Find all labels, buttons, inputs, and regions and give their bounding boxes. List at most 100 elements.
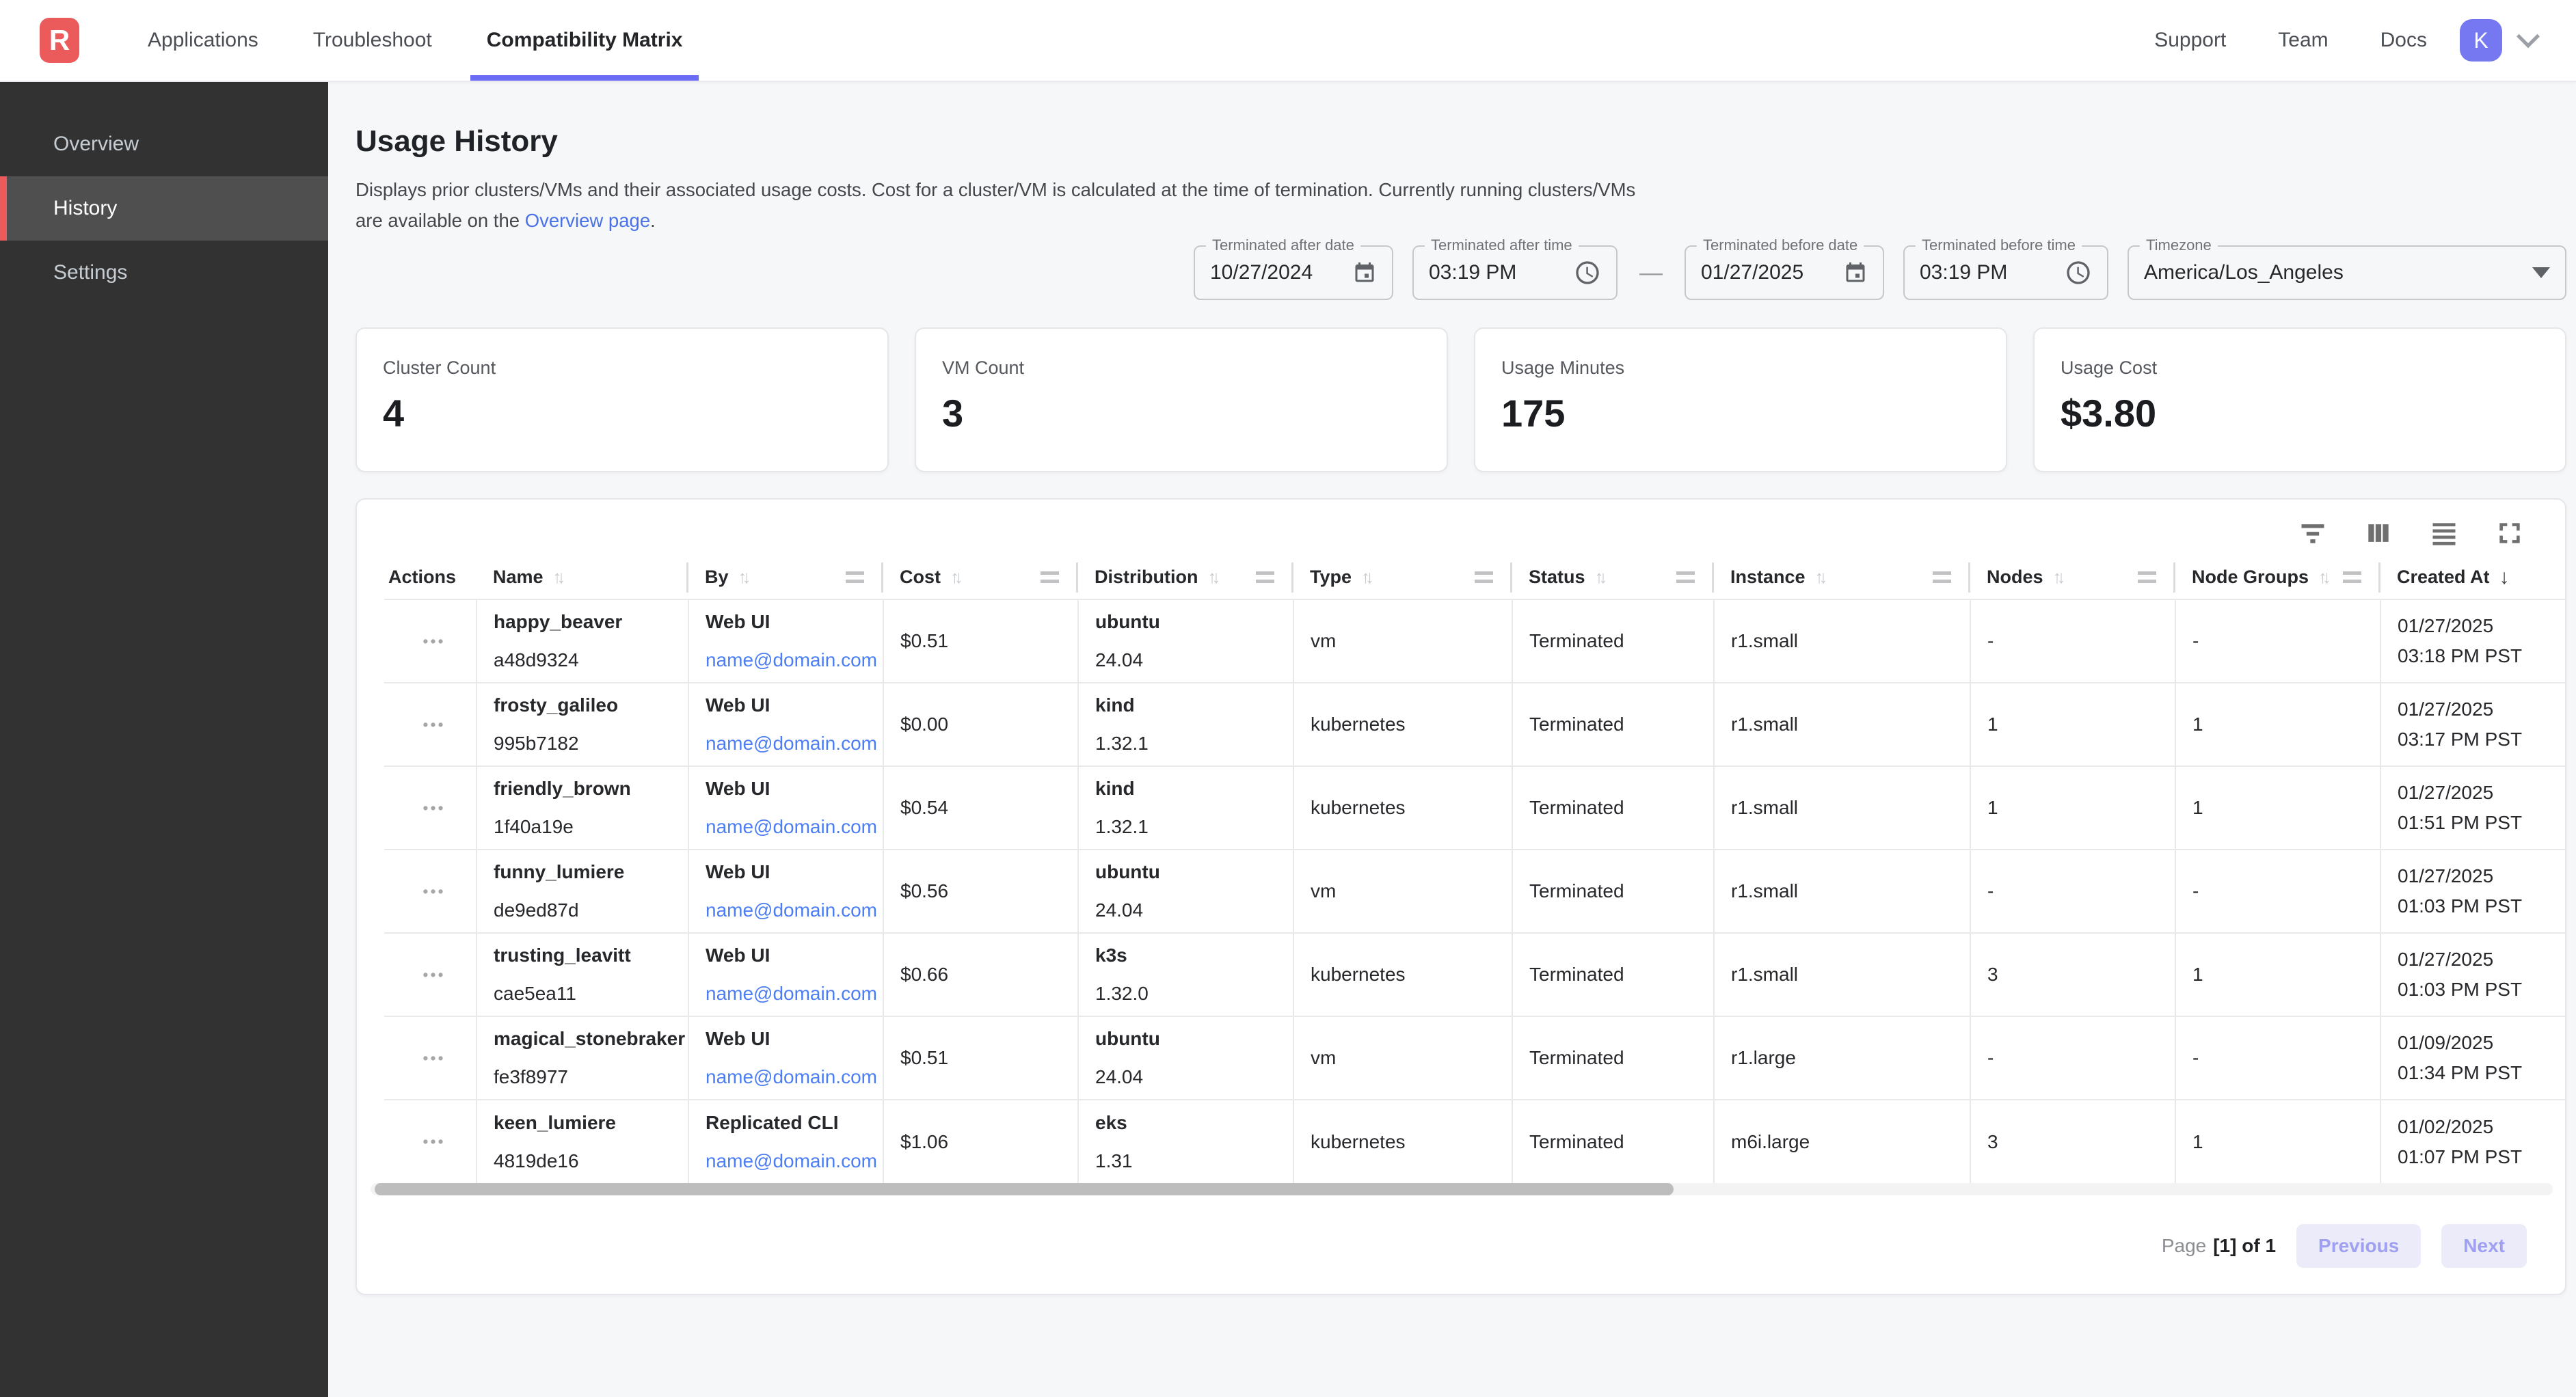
- field-value: 10/27/2024: [1210, 261, 1313, 284]
- cost-cell: $0.66: [883, 933, 1078, 1016]
- created-time: 01:03 PM PST: [2398, 979, 2557, 1001]
- col-nodes[interactable]: Nodes↑↓: [1970, 556, 2175, 599]
- col-created-at[interactable]: Created At↓: [2380, 556, 2565, 599]
- table-row: ••• magical_stonebrakerfe3f8977 Web UIna…: [384, 1016, 2565, 1100]
- row-actions-button[interactable]: •••: [401, 1049, 468, 1068]
- distribution-version: 1.32.0: [1095, 983, 1285, 1005]
- column-menu-icon[interactable]: [2343, 571, 2361, 583]
- distribution-version: 1.32.1: [1095, 733, 1285, 755]
- sidebar-item-history[interactable]: History: [0, 176, 328, 241]
- column-menu-icon[interactable]: [846, 571, 864, 583]
- distribution-name: kind: [1095, 694, 1285, 716]
- column-menu-icon[interactable]: [1676, 571, 1695, 583]
- filter-icon[interactable]: [2297, 517, 2329, 549]
- column-menu-icon[interactable]: [1933, 571, 1951, 583]
- creator-email-link[interactable]: name@domain.com: [706, 983, 874, 1005]
- columns-icon[interactable]: [2363, 517, 2394, 549]
- fullscreen-icon[interactable]: [2494, 517, 2525, 549]
- sidebar-item-settings[interactable]: Settings: [0, 241, 328, 305]
- nodes-cell: -: [1970, 599, 2175, 683]
- horizontal-scrollbar-track[interactable]: [371, 1183, 2553, 1195]
- terminated-after-date-field[interactable]: Terminated after date 10/27/2024: [1194, 245, 1393, 300]
- distribution-name: ubuntu: [1095, 1028, 1285, 1050]
- row-actions-button[interactable]: •••: [401, 799, 468, 817]
- col-distribution[interactable]: Distribution↑↓: [1078, 556, 1293, 599]
- tab-applications[interactable]: Applications: [131, 0, 275, 81]
- clock-icon[interactable]: [2065, 259, 2092, 286]
- sort-icon[interactable]: ↑↓: [1361, 567, 1369, 588]
- sort-icon[interactable]: ↑↓: [1595, 567, 1603, 588]
- status-badge: Terminated: [1512, 766, 1714, 850]
- creator-email-link[interactable]: name@domain.com: [706, 1150, 874, 1172]
- creator-email-link[interactable]: name@domain.com: [706, 649, 874, 671]
- tab-troubleshoot[interactable]: Troubleshoot: [297, 0, 448, 81]
- link-docs[interactable]: Docs: [2380, 29, 2427, 52]
- row-actions-button[interactable]: •••: [401, 966, 468, 984]
- column-menu-icon[interactable]: [1041, 571, 1059, 583]
- app-logo[interactable]: R: [40, 18, 79, 63]
- sort-icon[interactable]: ↑↓: [2053, 567, 2061, 588]
- creator-email-link[interactable]: name@domain.com: [706, 899, 874, 921]
- creator-email-link[interactable]: name@domain.com: [706, 816, 874, 838]
- dropdown-arrow-icon[interactable]: [2532, 267, 2550, 278]
- row-actions-button[interactable]: •••: [401, 882, 468, 901]
- node-groups-cell: 1: [2175, 766, 2380, 850]
- stat-value: 3: [942, 391, 1421, 435]
- created-time: 01:07 PM PST: [2398, 1146, 2557, 1168]
- row-actions-button[interactable]: •••: [401, 716, 468, 734]
- sort-icon[interactable]: ↑↓: [738, 567, 747, 588]
- created-by: Replicated CLI: [706, 1112, 874, 1134]
- avatar[interactable]: K: [2460, 19, 2502, 62]
- clock-icon[interactable]: [1574, 259, 1601, 286]
- sort-icon[interactable]: ↑↓: [553, 567, 561, 588]
- row-actions-button[interactable]: •••: [401, 632, 468, 651]
- node-groups-cell: 1: [2175, 933, 2380, 1016]
- distribution-version: 24.04: [1095, 649, 1285, 671]
- sort-icon[interactable]: ↑↓: [1207, 567, 1216, 588]
- terminated-before-time-field[interactable]: Terminated before time 03:19 PM: [1903, 245, 2108, 300]
- next-button[interactable]: Next: [2441, 1224, 2527, 1268]
- col-name[interactable]: Name↑↓: [477, 556, 688, 599]
- col-by[interactable]: By↑↓: [688, 556, 883, 599]
- row-actions-button[interactable]: •••: [401, 1132, 468, 1151]
- terminated-after-time-field[interactable]: Terminated after time 03:19 PM: [1412, 245, 1618, 300]
- sort-icon[interactable]: ↑↓: [1815, 567, 1823, 588]
- terminated-before-date-field[interactable]: Terminated before date 01/27/2025: [1685, 245, 1884, 300]
- link-team[interactable]: Team: [2278, 29, 2328, 52]
- col-cost[interactable]: Cost↑↓: [883, 556, 1078, 599]
- col-type[interactable]: Type↑↓: [1293, 556, 1512, 599]
- sort-icon[interactable]: ↑↓: [950, 567, 958, 588]
- density-icon[interactable]: [2428, 517, 2460, 549]
- timezone-select[interactable]: Timezone America/Los_Angeles: [2128, 245, 2566, 300]
- created-by: Web UI: [706, 694, 874, 716]
- calendar-icon[interactable]: [1843, 260, 1868, 285]
- nav-spacer: [710, 0, 2154, 81]
- created-time: 01:34 PM PST: [2398, 1062, 2557, 1084]
- sort-desc-icon[interactable]: ↓: [2499, 566, 2510, 589]
- created-by: Web UI: [706, 778, 874, 800]
- stat-label: Usage Minutes: [1501, 357, 1980, 379]
- calendar-icon[interactable]: [1352, 260, 1377, 285]
- stat-value: $3.80: [2061, 391, 2539, 435]
- col-instance[interactable]: Instance↑↓: [1714, 556, 1970, 599]
- nodes-cell: -: [1970, 850, 2175, 933]
- instance-cell: r1.large: [1714, 1016, 1970, 1100]
- type-cell: vm: [1293, 1016, 1512, 1100]
- nodes-cell: 3: [1970, 933, 2175, 1016]
- link-support[interactable]: Support: [2154, 29, 2226, 52]
- creator-email-link[interactable]: name@domain.com: [706, 733, 874, 755]
- cost-cell: $0.51: [883, 1016, 1078, 1100]
- tab-compatibility-matrix[interactable]: Compatibility Matrix: [470, 0, 699, 81]
- column-menu-icon[interactable]: [2138, 571, 2156, 583]
- sidebar-item-overview[interactable]: Overview: [0, 112, 328, 176]
- chevron-down-icon[interactable]: [2517, 25, 2540, 48]
- overview-page-link[interactable]: Overview page: [525, 210, 650, 231]
- col-status[interactable]: Status↑↓: [1512, 556, 1714, 599]
- sort-icon[interactable]: ↑↓: [2318, 567, 2326, 588]
- column-menu-icon[interactable]: [1475, 571, 1493, 583]
- horizontal-scrollbar-thumb[interactable]: [375, 1183, 1674, 1195]
- previous-button[interactable]: Previous: [2296, 1224, 2421, 1268]
- col-node-groups[interactable]: Node Groups↑↓: [2175, 556, 2380, 599]
- creator-email-link[interactable]: name@domain.com: [706, 1066, 874, 1088]
- column-menu-icon[interactable]: [1256, 571, 1274, 583]
